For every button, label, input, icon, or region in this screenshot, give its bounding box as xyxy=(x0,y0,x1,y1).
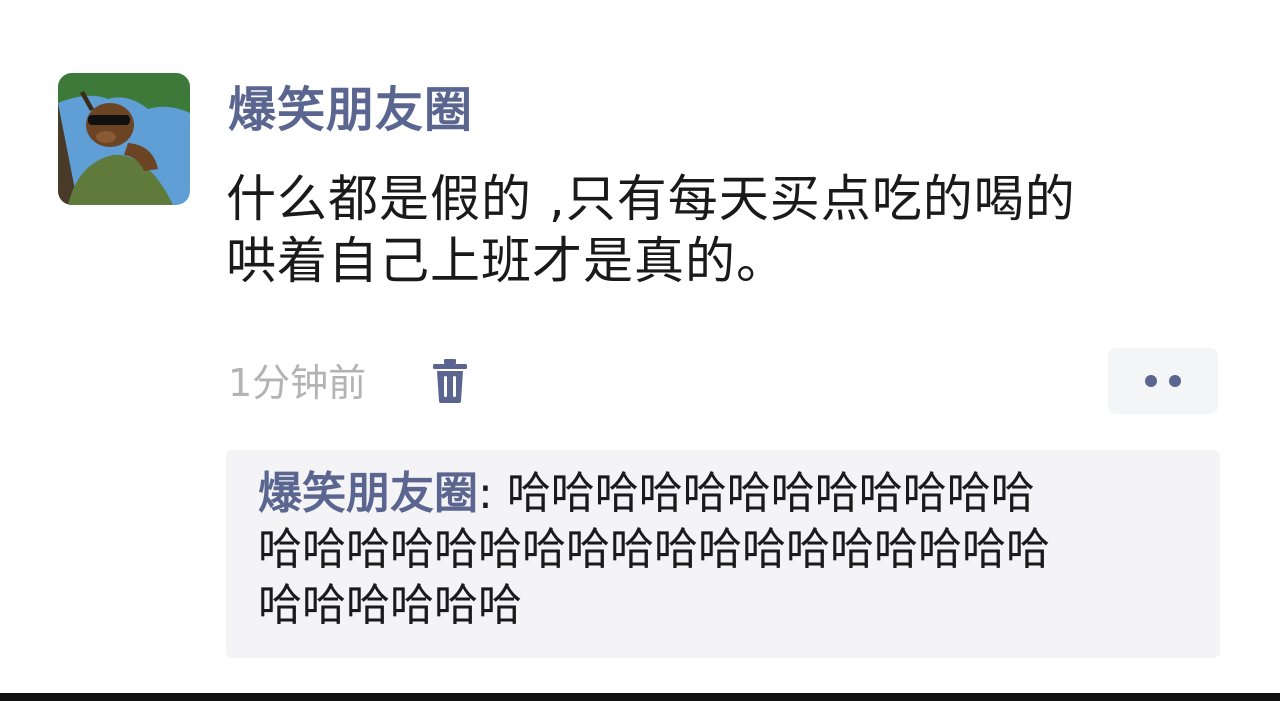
comment-separator: : xyxy=(478,468,507,519)
comment-item[interactable]: 爆笑朋友圈: 哈哈哈哈哈哈哈哈哈哈哈哈 哈哈哈哈哈哈哈哈哈哈哈哈哈哈哈哈哈哈 哈… xyxy=(258,466,1178,634)
comment-text-line: 哈哈哈哈哈哈 xyxy=(258,580,522,631)
post-text-line: 哄着自己上班才是真的。 xyxy=(226,232,787,290)
comments-section: 爆笑朋友圈: 哈哈哈哈哈哈哈哈哈哈哈哈 哈哈哈哈哈哈哈哈哈哈哈哈哈哈哈哈哈哈 哈… xyxy=(226,450,1220,658)
comment-text: 哈哈哈哈哈哈哈哈哈哈哈哈 xyxy=(506,468,1035,519)
post-text-line: 什么都是假的 ,只有每天买点吃的喝的 xyxy=(226,170,1076,228)
more-dots-icon xyxy=(1145,375,1157,387)
trash-icon[interactable] xyxy=(432,359,468,403)
more-dots-icon xyxy=(1169,375,1181,387)
more-actions-button[interactable] xyxy=(1108,348,1218,414)
moments-post: 爆笑朋友圈 什么都是假的 ,只有每天买点吃的喝的 哄着自己上班才是真的。 1分钟… xyxy=(0,0,1280,701)
bear-avatar-image xyxy=(58,73,190,205)
comment-text-line: 哈哈哈哈哈哈哈哈哈哈哈哈哈哈哈哈哈哈 xyxy=(258,524,1050,575)
author-avatar[interactable] xyxy=(58,73,190,205)
post-author-name[interactable]: 爆笑朋友圈 xyxy=(228,76,473,144)
comment-author-name[interactable]: 爆笑朋友圈 xyxy=(258,468,478,519)
post-text: 什么都是假的 ,只有每天买点吃的喝的 哄着自己上班才是真的。 xyxy=(226,168,1206,292)
comment-first-line: 爆笑朋友圈: 哈哈哈哈哈哈哈哈哈哈哈哈 xyxy=(258,466,1178,522)
post-timestamp: 1分钟前 xyxy=(228,361,367,405)
screen-bottom-edge xyxy=(0,693,1280,701)
